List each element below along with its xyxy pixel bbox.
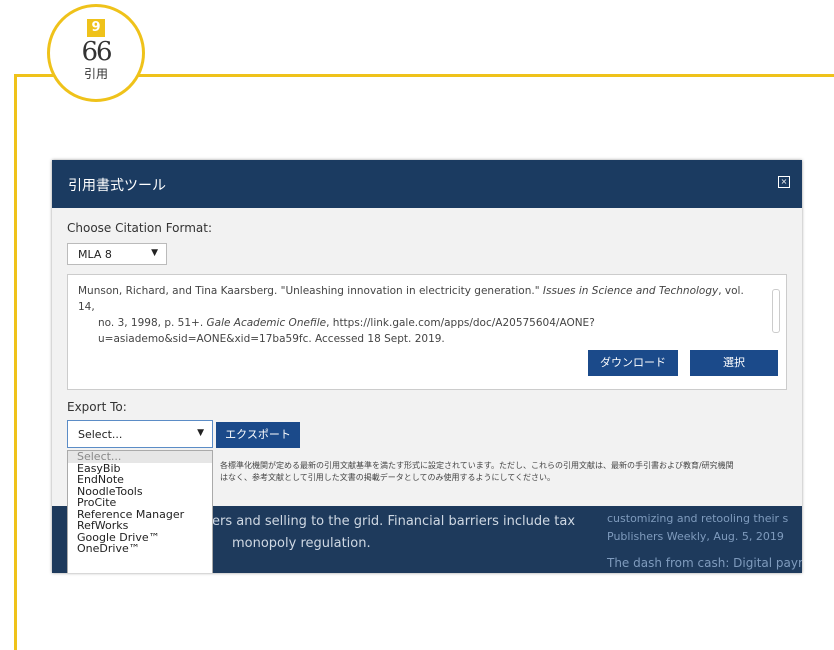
- scrollbar[interactable]: [772, 289, 780, 333]
- citation-line2-start: no. 3, 1998, p. 51+.: [98, 317, 207, 329]
- quote-icon: 66: [81, 37, 112, 67]
- citation-url: , https://link.gale.com/apps/doc/A205756…: [326, 317, 595, 329]
- screenshot: ers and selling to the grid. Financial b…: [52, 160, 802, 573]
- select-button[interactable]: 選択: [690, 350, 778, 376]
- bg-related-title: customizing and retooling their s: [607, 512, 789, 525]
- close-icon[interactable]: ×: [778, 176, 790, 188]
- citation-format-label: Choose Citation Format:: [67, 221, 213, 235]
- export-label: Export To:: [67, 400, 127, 414]
- frame-left-line: [14, 74, 17, 650]
- chevron-down-icon: ▼: [151, 248, 158, 258]
- export-option[interactable]: Select...: [68, 451, 212, 463]
- badge-label: 引用: [83, 67, 108, 81]
- notice-line-2: はなく、参考文献として引用した文書の掲載データとしてのみ使用するようにしてくださ…: [220, 473, 556, 482]
- export-options-list: Select... EasyBib EndNote NoodleTools Pr…: [67, 450, 213, 573]
- step-badge: 9 66 引用: [47, 4, 145, 102]
- export-option[interactable]: RefWorks: [68, 520, 212, 532]
- chevron-down-icon: ▼: [197, 428, 204, 438]
- citation-text: Munson, Richard, and Tina Kaarsberg. "Un…: [78, 283, 758, 347]
- export-option[interactable]: ProCite: [68, 497, 212, 509]
- dialog-title: 引用書式ツール: [68, 178, 166, 194]
- notice-line-1: 各標準化機関が定める最新の引用文献基準を満たす形式に設定されています。ただし、こ…: [220, 461, 734, 470]
- citation-format-value: MLA 8: [78, 248, 112, 261]
- citation-box: Munson, Richard, and Tina Kaarsberg. "Un…: [67, 274, 787, 390]
- bg-article-line-1: ers and selling to the grid. Financial b…: [212, 514, 576, 529]
- export-option[interactable]: OneDrive™: [68, 543, 212, 555]
- download-button[interactable]: ダウンロード: [588, 350, 678, 376]
- citation-line3: u=asiademo&sid=AONE&xid=17ba59fc. Access…: [98, 333, 445, 345]
- bg-related-title-2: The dash from cash: Digital paym: [607, 556, 802, 570]
- citation-line2: no. 3, 1998, p. 51+. Gale Academic Onefi…: [78, 315, 758, 331]
- export-option[interactable]: EndNote: [68, 474, 212, 486]
- citation-format-select[interactable]: MLA 8 ▼: [67, 243, 167, 265]
- bg-article-line-2: monopoly regulation.: [232, 536, 371, 551]
- citation-line1: Munson, Richard, and Tina Kaarsberg. "Un…: [78, 285, 543, 297]
- citation-notice: 各標準化機関が定める最新の引用文献基準を満たす形式に設定されています。ただし、こ…: [220, 460, 800, 484]
- export-select-value: Select...: [78, 428, 123, 441]
- dialog-header: 引用書式ツール ×: [52, 160, 802, 208]
- citation-source: Gale Academic Onefile: [206, 317, 327, 329]
- citation-journal: Issues in Science and Technology: [542, 285, 719, 297]
- export-select[interactable]: Select... ▼: [67, 420, 213, 448]
- export-button[interactable]: エクスポート: [216, 422, 300, 448]
- step-number: 9: [87, 19, 105, 37]
- bg-related-source: Publishers Weekly, Aug. 5, 2019: [607, 530, 784, 543]
